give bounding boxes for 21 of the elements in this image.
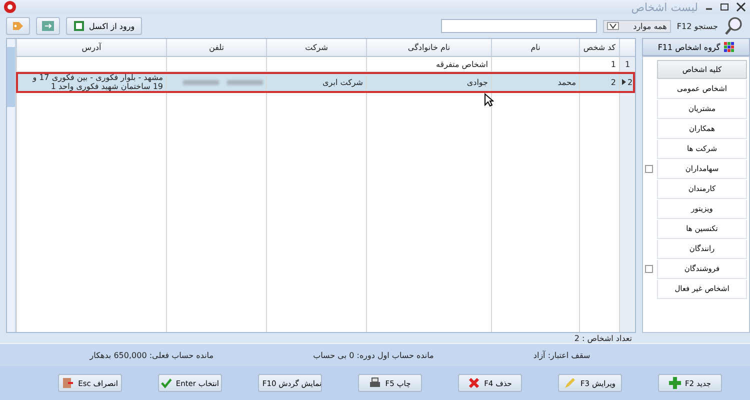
row-number: 1 [619, 57, 635, 72]
column-header[interactable]: نام [491, 39, 579, 57]
table-cell: جوادی [366, 72, 491, 93]
table-cell: محمد [491, 72, 579, 93]
table-cell: شرکت ابری [266, 72, 366, 93]
group-header-button[interactable]: گروه اشخاص F11 [642, 38, 750, 56]
column-header[interactable]: شرکت [266, 39, 366, 57]
status-text: مانده حساب فعلی: 650,000 بدهکار [90, 350, 214, 360]
column-header[interactable]: تلفن [166, 39, 266, 57]
filter-dropdown[interactable]: همه موارد [602, 20, 671, 32]
column-header[interactable]: کد شخص [579, 39, 619, 57]
table-cell: 2 [579, 72, 619, 93]
status-text: سقف اعتبار: آزاد [533, 350, 590, 360]
status-text: مانده حساب اول دوره: 0 بی حساب [313, 350, 434, 360]
column-header[interactable]: نام خانوادگی [366, 39, 491, 57]
search-label: جستجو F12 [676, 22, 718, 30]
window-title: لیست اشخاص [631, 0, 698, 14]
column-header[interactable]: آدرس [16, 39, 166, 57]
row-number: 2 [619, 72, 635, 93]
person-count: تعداد اشخاص : 2 [574, 334, 632, 342]
import-excel-button[interactable]: ورود از اکسل [66, 17, 142, 35]
